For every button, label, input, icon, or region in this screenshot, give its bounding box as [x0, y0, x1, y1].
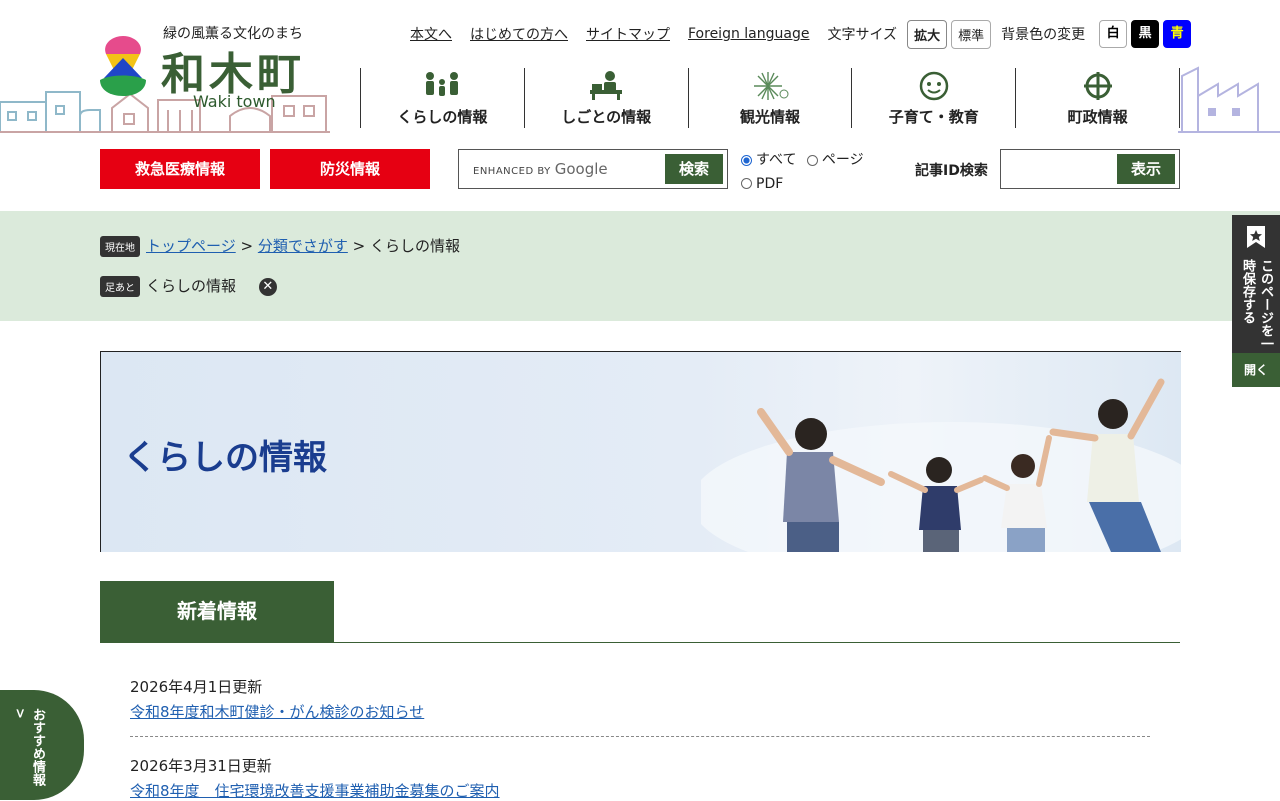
family-photo: [701, 378, 1181, 552]
scope-radio-page[interactable]: ページ: [806, 149, 864, 171]
child-face-icon: [919, 71, 949, 101]
site-logo-subtitle: Waki town: [193, 92, 276, 111]
breadcrumb-link-category[interactable]: 分類でさがす: [258, 237, 348, 255]
nav-item-tourism[interactable]: 観光情報: [687, 68, 852, 128]
font-size-label: 文字サイズ: [827, 27, 898, 43]
emergency-medical-button[interactable]: 救急医療情報: [100, 149, 260, 189]
news-heading-tab[interactable]: 新着情報: [100, 581, 334, 642]
nav-item-town-admin[interactable]: 町政情報: [1015, 68, 1180, 128]
nav-item-label: しごとの情報: [561, 108, 652, 126]
skyline-decoration-right: [1178, 66, 1280, 133]
nav-item-living[interactable]: くらしの情報: [360, 68, 524, 128]
sitemap-link[interactable]: サイトマップ: [586, 24, 670, 44]
list-item: 2026年4月1日更新 令和8年度和木町健診・がん検診のお知らせ: [130, 676, 424, 722]
font-size-enlarge-button[interactable]: 拡大: [907, 19, 948, 49]
town-logo-icon: [100, 36, 146, 96]
nav-item-work[interactable]: しごとの情報: [523, 68, 688, 128]
search-scope: すべて ページ PDF: [741, 149, 870, 196]
history-trail: 足あと くらしの情報 ✕: [100, 275, 277, 297]
family-icon: [426, 72, 459, 96]
breadcrumb-area: [0, 211, 1280, 321]
town-emblem-icon: [1083, 72, 1112, 100]
nav-item-label: 観光情報: [739, 108, 800, 126]
current-location-tag: 現在地: [100, 236, 140, 257]
bg-black-button[interactable]: 黒: [1131, 20, 1160, 48]
recommend-widget[interactable]: おすすめ情報 >: [0, 690, 84, 800]
bg-white-button[interactable]: 白: [1099, 20, 1128, 48]
work-desk-icon: [590, 71, 623, 100]
site-search: ENHANCED BY Google 検索: [458, 149, 728, 189]
breadcrumb-current: くらしの情報: [369, 237, 460, 255]
news-date: 2026年3月31日更新: [130, 757, 272, 775]
save-page-label: このページを一時保存する: [1240, 259, 1273, 350]
bookmark-star-icon: [1247, 226, 1265, 248]
recommend-label: おすすめ情報 >: [12, 708, 45, 786]
first-time-link[interactable]: はじめての方へ: [470, 24, 568, 44]
history-remove-icon[interactable]: ✕: [258, 277, 277, 296]
news-date: 2026年4月1日更新: [130, 678, 263, 696]
article-id-field[interactable]: 表示: [1000, 149, 1180, 189]
search-button[interactable]: 検索: [665, 154, 723, 184]
skip-to-content-link[interactable]: 本文へ: [410, 24, 452, 44]
category-hero: くらしの情報: [100, 351, 1181, 552]
page-title: くらしの情報: [123, 438, 327, 478]
bg-color-label: 背景色の変更: [1001, 27, 1086, 43]
news-divider: [130, 736, 1150, 737]
bg-blue-button[interactable]: 青: [1163, 20, 1192, 48]
scope-radio-pdf[interactable]: PDF: [741, 173, 783, 195]
fireworks-icon: [753, 72, 789, 100]
save-page-open-button[interactable]: 開く: [1232, 353, 1280, 387]
search-input[interactable]: [469, 158, 663, 182]
article-id-label: 記事ID検索: [915, 163, 988, 179]
nav-item-childcare[interactable]: 子育て・教育: [851, 68, 1015, 128]
nav-item-label: くらしの情報: [397, 108, 488, 126]
nav-item-label: 町政情報: [1067, 108, 1128, 126]
foreign-language-link[interactable]: Foreign language: [688, 26, 809, 42]
font-size-standard-button[interactable]: 標準: [951, 19, 992, 49]
utility-links: 本文へ はじめての方へ サイトマップ Foreign language 文字サイ…: [410, 19, 1192, 49]
breadcrumb: 現在地 トップページ > 分類でさがす > くらしの情報: [100, 235, 460, 257]
news-heading-rule: [100, 642, 1180, 643]
global-nav: くらしの情報 しごとの情報 観光情報 子育て・教育 町政情報: [360, 68, 1180, 128]
article-id-show-button[interactable]: 表示: [1117, 154, 1175, 184]
news-link[interactable]: 令和8年度 住宅環境改善支援事業補助金募集のご案内: [130, 780, 500, 801]
disaster-info-button[interactable]: 防災情報: [270, 149, 430, 189]
history-tag: 足あと: [100, 276, 140, 297]
save-page-widget[interactable]: このページを一時保存する 開く: [1232, 215, 1280, 387]
scope-radio-all[interactable]: すべて: [741, 149, 796, 171]
nav-item-label: 子育て・教育: [888, 108, 979, 126]
news-link[interactable]: 令和8年度和木町健診・がん検診のお知らせ: [130, 701, 424, 722]
history-item[interactable]: くらしの情報: [146, 277, 236, 295]
breadcrumb-link-top[interactable]: トップページ: [146, 237, 236, 255]
list-item: 2026年3月31日更新 令和8年度 住宅環境改善支援事業補助金募集のご案内: [130, 755, 500, 801]
